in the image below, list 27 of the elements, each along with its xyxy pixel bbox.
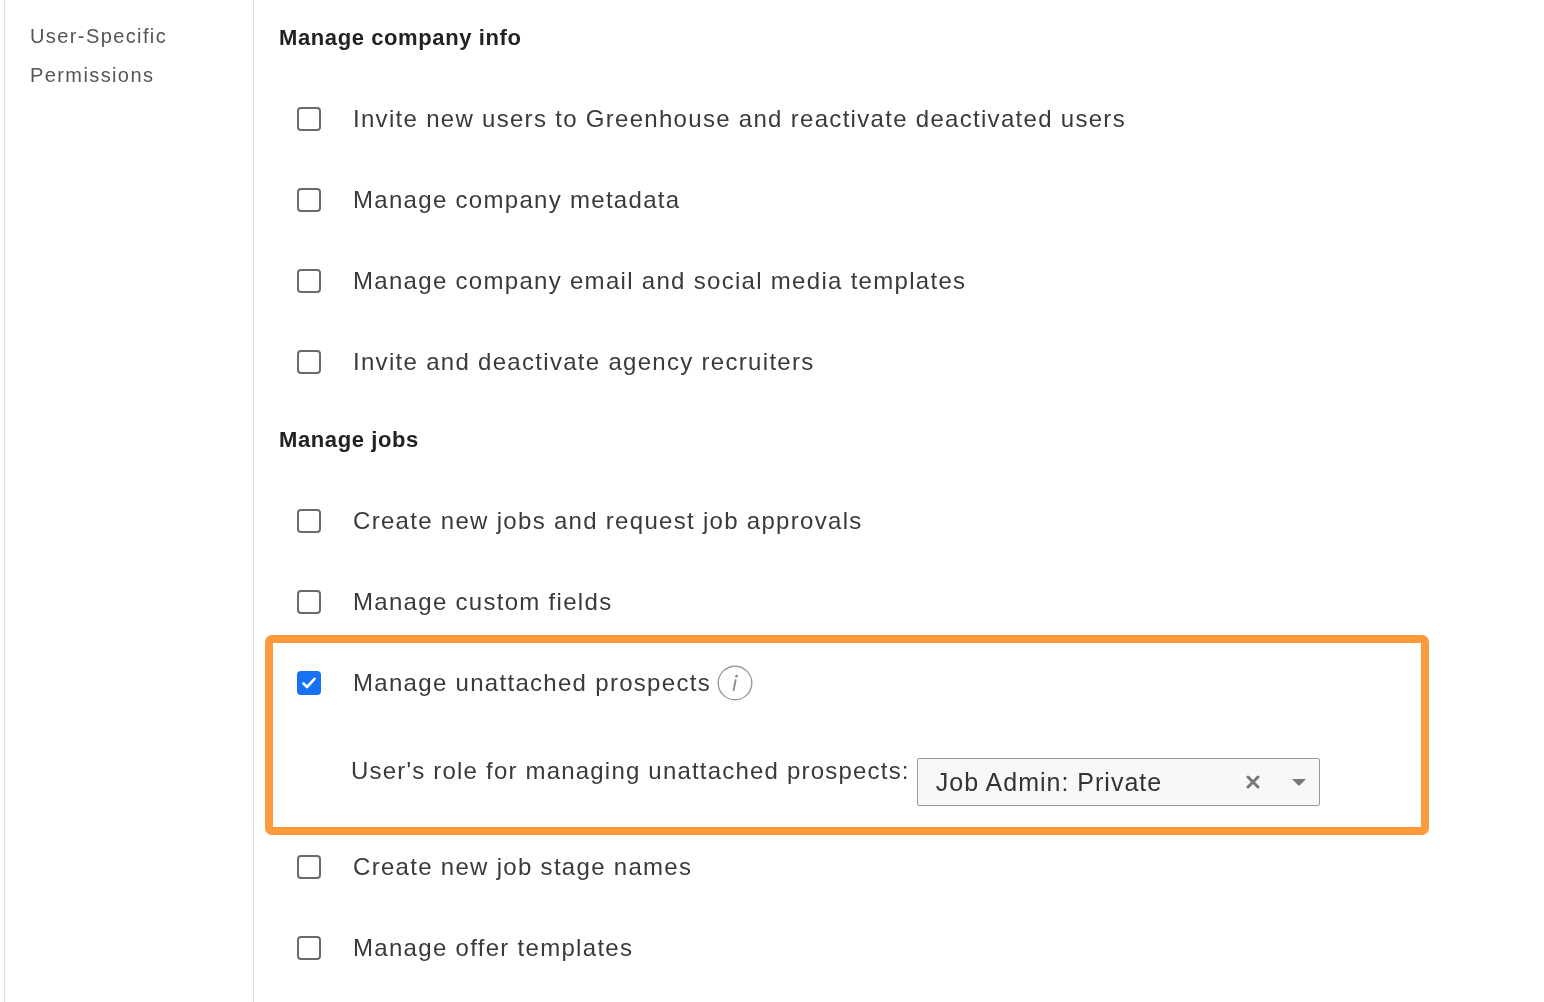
- permission-label: Manage unattached prospects: [353, 669, 711, 697]
- role-select[interactable]: Job Admin: Private: [916, 758, 1320, 806]
- checkbox[interactable]: [297, 349, 321, 374]
- permission-label: Invite new users to Greenhouse and reactivate deactivated users: [353, 104, 1126, 133]
- checkbox[interactable]: [297, 268, 321, 293]
- checkbox[interactable]: [297, 935, 321, 960]
- checkbox[interactable]: [297, 508, 321, 533]
- checkbox[interactable]: [297, 106, 321, 131]
- checkbox[interactable]: [297, 854, 321, 879]
- permission-label: Create new jobs and request job approvals: [353, 506, 863, 535]
- checkbox[interactable]: [297, 187, 321, 212]
- clear-icon[interactable]: [1245, 775, 1260, 789]
- permission-label: Create new job stage names: [353, 852, 693, 881]
- info-icon[interactable]: [717, 665, 753, 701]
- sidebar-label: User-Specific Permissions: [30, 24, 169, 88]
- permission-label: Manage custom fields: [353, 587, 613, 616]
- permission-label: Invite and deactivate agency recruiters: [353, 347, 815, 376]
- permission-label: Manage company metadata: [353, 185, 681, 214]
- permission-label: Manage company email and social media templates: [353, 266, 967, 295]
- role-label: User's role for managing unattached prospects:: [351, 756, 910, 786]
- permission-label: Manage offer templates: [353, 933, 634, 962]
- checkmark-icon: [302, 677, 316, 689]
- section-heading: Manage jobs: [279, 426, 420, 454]
- checkbox[interactable]: [297, 589, 321, 614]
- section-heading: Manage company info: [279, 24, 523, 52]
- caret-icon: [1291, 778, 1306, 786]
- checkbox[interactable]: [297, 671, 321, 695]
